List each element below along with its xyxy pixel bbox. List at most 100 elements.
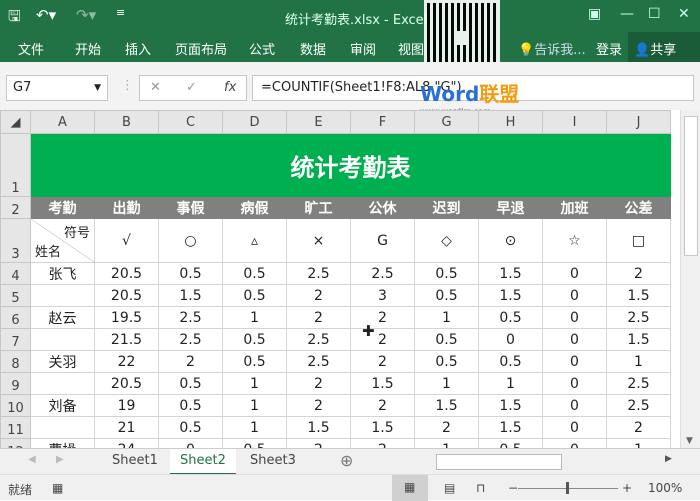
name-cell[interactable] — [30, 416, 95, 439]
header-cell[interactable]: 公休 — [350, 196, 415, 219]
value-cell[interactable]: 1.5 — [158, 284, 223, 307]
row-header[interactable]: 3 — [0, 218, 31, 263]
tab-review[interactable]: 审阅 — [350, 39, 376, 58]
column-header[interactable]: F — [350, 110, 415, 134]
value-cell[interactable]: 0 — [542, 328, 607, 351]
sheet-tab-sheet3[interactable]: Sheet3 — [240, 449, 306, 475]
column-header[interactable]: A — [30, 110, 95, 134]
zoom-in-button[interactable]: + — [622, 481, 632, 495]
insert-function-icon[interactable]: fx — [224, 80, 236, 95]
row-header[interactable]: 2 — [0, 196, 31, 219]
value-cell[interactable]: 1 — [478, 372, 543, 395]
value-cell[interactable]: 0 — [542, 394, 607, 417]
value-cell[interactable]: 0.5 — [414, 328, 479, 351]
next-sheet-icon[interactable]: ▶ — [56, 454, 64, 465]
value-cell[interactable]: 19 — [94, 394, 159, 417]
value-cell[interactable]: 20.5 — [94, 262, 159, 285]
column-header[interactable]: G — [414, 110, 479, 134]
prev-sheet-icon[interactable]: ◀ — [28, 454, 36, 465]
name-box[interactable]: G7 ▼ — [6, 75, 108, 101]
value-cell[interactable]: 21 — [94, 416, 159, 439]
value-cell[interactable]: 1 — [414, 438, 479, 448]
row-header[interactable]: 6 — [0, 306, 31, 329]
value-cell[interactable]: 0.5 — [414, 284, 479, 307]
page-break-view-icon[interactable]: ⊓ — [476, 481, 485, 495]
value-cell[interactable]: 0 — [542, 262, 607, 285]
value-cell[interactable]: 1.5 — [606, 328, 671, 351]
tab-view[interactable]: 视图 — [398, 39, 424, 58]
symbol-cell[interactable]: □ — [606, 218, 671, 263]
share-button[interactable]: 👤共享 — [628, 32, 700, 62]
row-header[interactable]: 4 — [0, 262, 31, 285]
tab-home[interactable]: 开始 — [75, 39, 101, 58]
value-cell[interactable]: 1 — [414, 372, 479, 395]
value-cell[interactable]: 0.5 — [222, 262, 287, 285]
name-cell[interactable] — [30, 372, 95, 395]
value-cell[interactable]: 0 — [542, 350, 607, 373]
row-header[interactable]: 1 — [0, 133, 31, 197]
value-cell[interactable]: 2.5 — [158, 328, 223, 351]
value-cell[interactable]: 0.5 — [222, 284, 287, 307]
value-cell[interactable]: 2.5 — [286, 262, 351, 285]
value-cell[interactable]: 22 — [94, 350, 159, 373]
header-cell[interactable]: 旷工 — [286, 196, 351, 219]
value-cell[interactable]: 1.5 — [478, 394, 543, 417]
column-header[interactable]: I — [542, 110, 607, 134]
symbol-cell[interactable]: ○ — [158, 218, 223, 263]
value-cell[interactable]: 2 — [286, 284, 351, 307]
value-cell[interactable]: 0 — [542, 372, 607, 395]
symbol-cell[interactable]: ⊙ — [478, 218, 543, 263]
drag-handle-icon[interactable]: ⋮ — [121, 78, 134, 93]
value-cell[interactable]: 1 — [222, 306, 287, 329]
zoom-out-button[interactable]: − — [508, 481, 518, 495]
value-cell[interactable]: 2 — [286, 438, 351, 448]
column-header[interactable]: E — [286, 110, 351, 134]
value-cell[interactable]: 24 — [94, 438, 159, 448]
tab-page-layout[interactable]: 页面布局 — [175, 39, 227, 58]
symbol-cell[interactable]: × — [286, 218, 351, 263]
column-header[interactable]: B — [94, 110, 159, 134]
value-cell[interactable]: 0.5 — [222, 438, 287, 448]
value-cell[interactable]: 2.5 — [606, 372, 671, 395]
header-cell[interactable]: 出勤 — [94, 196, 159, 219]
value-cell[interactable]: 2.5 — [606, 306, 671, 329]
value-cell[interactable]: 2.5 — [286, 350, 351, 373]
header-cell[interactable]: 病假 — [222, 196, 287, 219]
value-cell[interactable]: 2 — [286, 306, 351, 329]
select-all-corner[interactable]: ◢ — [0, 110, 31, 134]
tell-me[interactable]: 💡告诉我... — [518, 39, 586, 58]
row-header[interactable]: 9 — [0, 372, 31, 395]
column-header[interactable]: H — [478, 110, 543, 134]
name-cell[interactable] — [30, 284, 95, 307]
sheet-tab-sheet2[interactable]: Sheet2 — [170, 449, 236, 475]
value-cell[interactable]: 1.5 — [350, 416, 415, 439]
name-cell[interactable]: 赵云 — [30, 306, 95, 329]
value-cell[interactable]: 3 — [350, 284, 415, 307]
symbol-cell[interactable]: ▵ — [222, 218, 287, 263]
value-cell[interactable]: 1 — [606, 350, 671, 373]
column-header[interactable]: C — [158, 110, 223, 134]
sheet-title[interactable]: 统计考勤表 — [30, 133, 671, 197]
value-cell[interactable]: 1.5 — [606, 284, 671, 307]
value-cell[interactable]: 2 — [350, 350, 415, 373]
add-sheet-icon[interactable]: ⊕ — [340, 451, 353, 470]
header-cell[interactable]: 加班 — [542, 196, 607, 219]
value-cell[interactable]: 0 — [542, 284, 607, 307]
value-cell[interactable]: 0.5 — [478, 350, 543, 373]
value-cell[interactable]: 0 — [478, 328, 543, 351]
value-cell[interactable]: 20.5 — [94, 284, 159, 307]
value-cell[interactable]: 1.5 — [414, 394, 479, 417]
tab-insert[interactable]: 插入 — [125, 39, 151, 58]
value-cell[interactable]: 0.5 — [158, 262, 223, 285]
row-header[interactable]: 12 — [0, 438, 31, 448]
undo-icon[interactable]: ↶▾ — [36, 6, 56, 24]
value-cell[interactable]: 2.5 — [350, 262, 415, 285]
value-cell[interactable]: 0 — [542, 306, 607, 329]
tab-file[interactable]: 文件 — [18, 39, 44, 58]
value-cell[interactable]: 0.5 — [222, 350, 287, 373]
zoom-level[interactable]: 100% — [648, 481, 682, 495]
value-cell[interactable]: 2.5 — [158, 306, 223, 329]
name-cell[interactable]: 曹操 — [30, 438, 95, 448]
save-icon[interactable]: 🖫 — [8, 6, 21, 31]
row-header[interactable]: 8 — [0, 350, 31, 373]
